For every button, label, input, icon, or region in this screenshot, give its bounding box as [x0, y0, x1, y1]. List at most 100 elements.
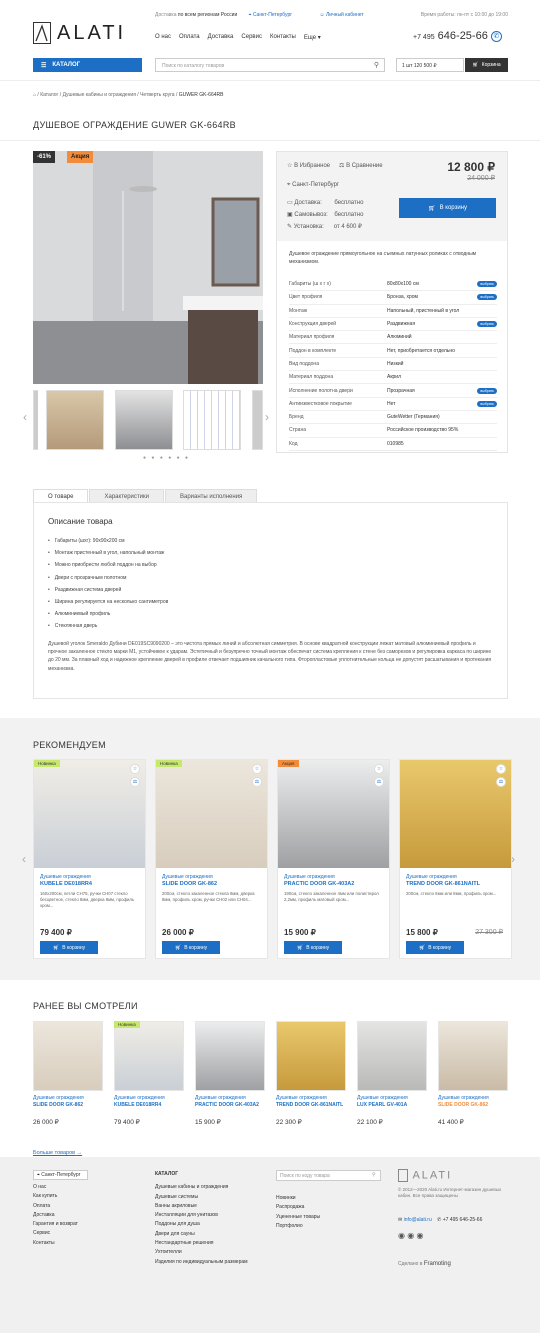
- made-by[interactable]: Сделано в Framoting: [398, 1261, 508, 1270]
- footer-link[interactable]: Распродажа: [276, 1204, 381, 1213]
- account-link[interactable]: ☺ Личный кабинет: [320, 12, 364, 18]
- phone[interactable]: +7 495 646-25-66 ✆: [413, 30, 502, 42]
- add-to-cart-button[interactable]: 🛒︎ В корзину: [162, 941, 220, 954]
- telegram-icon[interactable]: ◉: [407, 1231, 414, 1240]
- footer-link[interactable]: Сервис: [33, 1230, 88, 1239]
- thumbnail[interactable]: [252, 390, 263, 450]
- cart-button[interactable]: 🛒︎ Корзина: [465, 58, 508, 72]
- footer-link[interactable]: Душевые кабины и ограждения: [155, 1184, 248, 1193]
- viewed-product-card[interactable]: Душевые ограждения TREND DOOR GK-861NAITL…: [276, 1021, 346, 1131]
- footer-link[interactable]: Портфолио: [276, 1223, 381, 1232]
- crumb-category[interactable]: Душевые кабины и ограждения: [63, 92, 136, 98]
- product-card-image[interactable]: [33, 1021, 103, 1091]
- whatsapp-icon[interactable]: ◉: [398, 1231, 405, 1240]
- compare-button[interactable]: ⚖ В Сравнение: [339, 162, 383, 169]
- compare-icon[interactable]: ⚖: [374, 777, 384, 787]
- viewed-product-card[interactable]: Душевые ограждения SLIDE DOOR GK-862 26 00…: [33, 1021, 103, 1131]
- tab-about[interactable]: О товаре: [33, 489, 89, 503]
- choose-option-button[interactable]: выбрать: [477, 281, 497, 288]
- footer-city-selector[interactable]: ⌖ Санкт-Петербург: [33, 1170, 88, 1180]
- viewed-product-card[interactable]: Душевые ограждения LUX PEARL GV-401A 22 10…: [357, 1021, 427, 1131]
- product-name[interactable]: KUBELE DE018RR4: [40, 881, 92, 887]
- footer-link[interactable]: Ухтоителли: [155, 1249, 248, 1258]
- product-card-image[interactable]: [400, 760, 511, 868]
- footer-search-input[interactable]: Поиск по коду товара ⚲: [276, 1170, 381, 1181]
- add-to-cart-button[interactable]: 🛒︎ В корзину: [399, 198, 496, 218]
- product-name[interactable]: SLIDE DOOR GK-862: [162, 881, 217, 887]
- footer-link[interactable]: О нас: [33, 1184, 88, 1193]
- choose-option-button[interactable]: выбрать: [477, 387, 497, 394]
- product-card[interactable]: Акция ☆ ⚖ Душевые ограждения PRACTIC DOOR GK…: [277, 759, 390, 959]
- product-card-image[interactable]: [276, 1021, 346, 1091]
- footer-email[interactable]: info@alati.ru: [404, 1217, 432, 1223]
- logo[interactable]: ALATI: [33, 20, 133, 46]
- product-card[interactable]: Новинка ☆ ⚖ Душевые ограждения KUBELE DE018R…: [33, 759, 146, 959]
- choose-option-button[interactable]: выбрать: [477, 400, 497, 407]
- product-name[interactable]: PRACTIC DOOR GK-403A2: [195, 1102, 265, 1108]
- footer-link[interactable]: Доставка: [33, 1212, 88, 1221]
- star-icon[interactable]: ☆: [130, 764, 140, 774]
- footer-link[interactable]: Гарантия и возврат: [33, 1221, 88, 1230]
- footer-link[interactable]: Изделия по индивидуальным размерам: [155, 1259, 248, 1268]
- city-selector[interactable]: ⌖ Санкт-Петербург: [249, 12, 292, 18]
- footer-link[interactable]: Нестандартные решения: [155, 1240, 248, 1249]
- product-card-image[interactable]: [438, 1021, 508, 1091]
- product-card[interactable]: ☆ ⚖ Душевые ограждения TREND DOOR GK-861NAI…: [399, 759, 512, 959]
- thumbnail[interactable]: [46, 390, 104, 450]
- footer-link[interactable]: Инсталляции для унитазов: [155, 1212, 248, 1221]
- footer-link[interactable]: Душевые системы: [155, 1194, 248, 1203]
- product-name[interactable]: TREND DOOR GK-861NAITL: [406, 881, 480, 887]
- choose-option-button[interactable]: выбрать: [477, 321, 497, 328]
- tab-specs[interactable]: Характеристики: [89, 489, 164, 503]
- viewed-product-card[interactable]: Душевые ограждения PRACTIC DOOR GK-403A2 1…: [195, 1021, 265, 1131]
- nav-service[interactable]: Сервис: [241, 34, 262, 44]
- favorite-button[interactable]: ☆ В Избранное: [287, 162, 330, 169]
- nav-more[interactable]: Еще ▾: [304, 34, 321, 44]
- compare-icon[interactable]: ⚖: [130, 777, 140, 787]
- footer-link[interactable]: Уцененные товары: [276, 1214, 381, 1223]
- search-icon[interactable]: ⚲: [372, 1172, 376, 1178]
- thumbnail[interactable]: [115, 390, 173, 450]
- add-to-cart-button[interactable]: 🛒︎ В корзину: [40, 941, 98, 954]
- footer-link[interactable]: Оплата: [33, 1203, 88, 1212]
- footer-link[interactable]: Контакты: [33, 1240, 88, 1249]
- nav-contacts[interactable]: Контакты: [270, 34, 296, 44]
- product-card-image[interactable]: [156, 760, 267, 868]
- star-icon[interactable]: ☆: [252, 764, 262, 774]
- crumb-catalog[interactable]: Каталог: [40, 92, 58, 98]
- footer-link[interactable]: Двери для сауны: [155, 1231, 248, 1240]
- footer-link[interactable]: Поддоны для душа: [155, 1221, 248, 1230]
- product-name[interactable]: SLIDE DOOR GK-862: [438, 1102, 508, 1108]
- gallery-dots[interactable]: ● ● ● ● ● ●: [143, 455, 190, 461]
- viewed-product-card[interactable]: Душевые ограждения SLIDE DOOR GK-862 41 40…: [438, 1021, 508, 1131]
- product-card-image[interactable]: [195, 1021, 265, 1091]
- nav-payment[interactable]: Оплата: [179, 34, 200, 44]
- product-name[interactable]: TREND DOOR GK-861NAITL: [276, 1102, 346, 1108]
- product-name[interactable]: LUX PEARL GV-401A: [357, 1102, 427, 1108]
- crumb-subcategory[interactable]: Четверть круга: [140, 92, 174, 98]
- footer-link[interactable]: Как купить: [33, 1193, 88, 1202]
- home-icon[interactable]: ⌂: [33, 92, 36, 98]
- compare-icon[interactable]: ⚖: [496, 777, 506, 787]
- product-card-image[interactable]: [34, 760, 145, 868]
- star-icon[interactable]: ☆: [374, 764, 384, 774]
- nav-delivery[interactable]: Доставка: [208, 34, 234, 44]
- thumbnail[interactable]: [33, 390, 38, 450]
- add-to-cart-button[interactable]: 🛒︎ В корзину: [284, 941, 342, 954]
- product-name[interactable]: SLIDE DOOR GK-862: [33, 1102, 103, 1108]
- thumbnail[interactable]: [183, 390, 241, 450]
- search-icon[interactable]: ⚲: [374, 61, 379, 69]
- search-input[interactable]: Поиск по каталогу товаров ⚲: [155, 58, 385, 72]
- star-icon[interactable]: ☆: [496, 764, 506, 774]
- tab-variants[interactable]: Варианты исполнения: [164, 489, 258, 503]
- product-card-image[interactable]: [278, 760, 389, 868]
- product-name[interactable]: KUBELE DE018RR4: [114, 1102, 184, 1108]
- product-card[interactable]: Новинка ☆ ⚖ Душевые ограждения SLIDE DOOR GK…: [155, 759, 268, 959]
- compare-icon[interactable]: ⚖: [252, 777, 262, 787]
- chevron-left-icon[interactable]: ‹: [22, 852, 26, 866]
- footer-phone[interactable]: +7 495 646-25-66: [443, 1217, 483, 1223]
- catalog-button[interactable]: ☰ КАТАЛОГ: [33, 58, 142, 72]
- viewed-product-card[interactable]: Новинка Душевые ограждения KUBELE DE018RR4…: [114, 1021, 184, 1131]
- product-name[interactable]: PRACTIC DOOR GK-403A2: [284, 881, 354, 887]
- footer-logo[interactable]: ALATI: [398, 1169, 508, 1187]
